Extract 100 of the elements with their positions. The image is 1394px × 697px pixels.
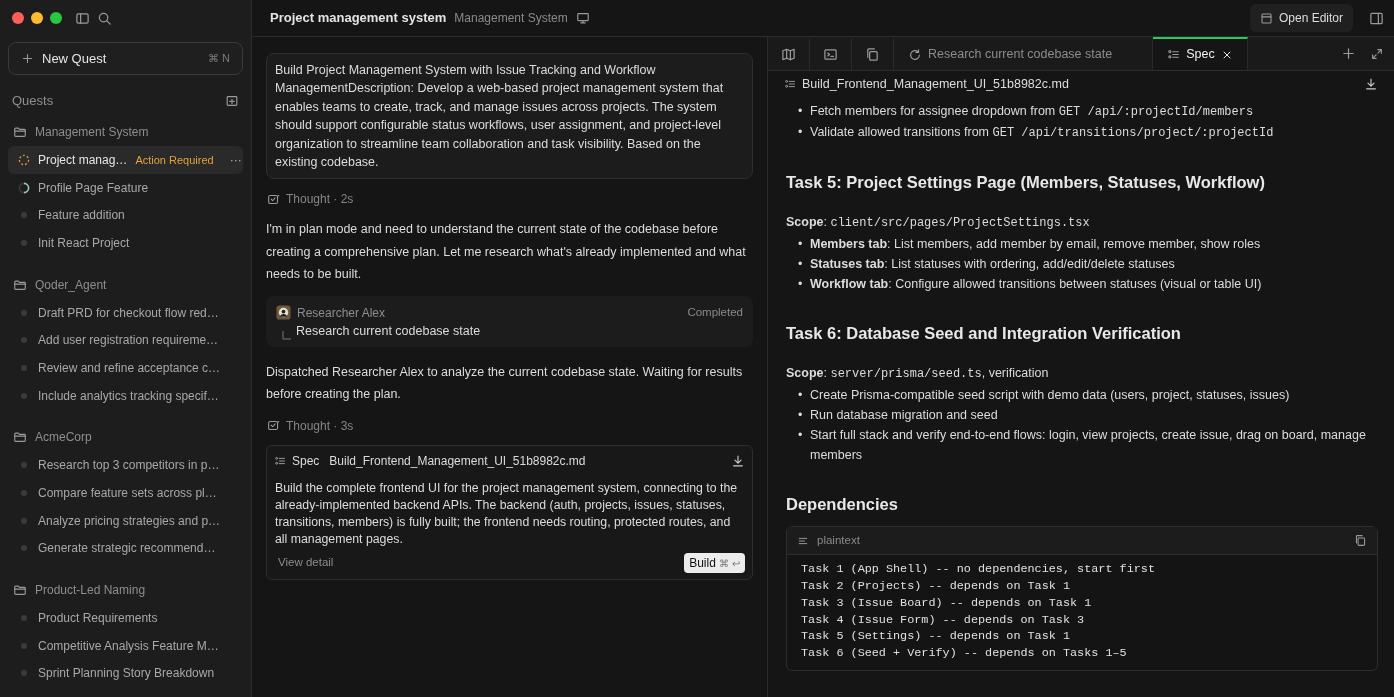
bullet: • bbox=[798, 124, 802, 141]
quest-item[interactable]: Analyze pricing strategies and p… bbox=[8, 506, 243, 535]
plus-icon[interactable] bbox=[1341, 46, 1356, 61]
task-title[interactable]: Research current codebase state bbox=[296, 321, 481, 341]
quest-item[interactable]: Competitive Analysis Feature M… bbox=[8, 631, 243, 660]
quest-title: Include analytics tracking specif… bbox=[38, 387, 219, 405]
more-button[interactable]: ··· bbox=[229, 151, 242, 169]
page-title: Project management system bbox=[270, 9, 447, 28]
close-button[interactable] bbox=[12, 12, 24, 24]
copy-icon[interactable] bbox=[1354, 534, 1367, 548]
bullet: • bbox=[798, 406, 802, 424]
open-editor-button[interactable]: Open Editor bbox=[1249, 4, 1353, 32]
scope-text: Scope: client/src/pages/ProjectSettings.tsx bbox=[786, 213, 1091, 232]
build-button[interactable]: Build ⌘ ↩ bbox=[684, 552, 745, 573]
code-line: Task 1 (App Shell) -- no dependencies, start first bbox=[800, 561, 1156, 579]
bullet: • bbox=[798, 103, 802, 120]
window-icon bbox=[1259, 11, 1273, 25]
monitor-icon bbox=[575, 11, 590, 25]
list-item: Create Prisma-compatible seed script with demo data (users, project, statuses, issues) bbox=[810, 386, 1290, 404]
quest-item[interactable]: Generate strategic recommend… bbox=[8, 534, 243, 563]
quest-title: Analyze pricing strategies and p… bbox=[38, 512, 221, 530]
code-line: Task 5 (Settings) -- depends on Task 1 bbox=[800, 628, 1071, 646]
code-line: Task 4 (Issue Form) -- depends on Task 3 bbox=[800, 611, 1086, 629]
quest-item[interactable]: Project manag… Action Required ··· bbox=[8, 146, 243, 174]
plus-icon bbox=[21, 51, 34, 65]
bullet: • bbox=[798, 275, 802, 293]
thought-label[interactable]: Thought · 3s bbox=[286, 416, 354, 435]
quest-item[interactable]: Product Requirements bbox=[8, 603, 243, 632]
quest-item[interactable]: Feature addition bbox=[8, 201, 243, 230]
quest-title: Competitive Analysis Feature M… bbox=[38, 637, 219, 655]
copy-icon bbox=[865, 47, 880, 62]
code-line: Task 6 (Seed + Verify) -- depends on Tasks 1–5 bbox=[800, 645, 1128, 663]
spec-summary: Build the complete frontend UI for the project management system, connecting to the already-implemented backend APIs. The backend (auth, projects, issues, statuses, transitions, members) is fully built; the frontend needs routing, protected routes, and all management pages. bbox=[274, 479, 739, 549]
folder-name[interactable]: Product-Led Naming bbox=[35, 581, 146, 600]
checklist-icon bbox=[1167, 48, 1181, 61]
quest-item[interactable]: Sprint Planning Story Breakdown bbox=[8, 659, 243, 688]
checklist-icon bbox=[274, 454, 286, 467]
avatar-icon bbox=[276, 305, 291, 321]
file-name: Build_Frontend_Management_UI_51b8982c.md bbox=[802, 75, 1069, 93]
folder-icon bbox=[13, 277, 27, 292]
list-item: Workflow tab: Configure allowed transitions between statuses (visual or table UI) bbox=[810, 275, 1262, 293]
code-line: Task 2 (Projects) -- depends on Task 1 bbox=[800, 578, 1071, 595]
quest-item[interactable]: Compare feature sets across pl… bbox=[8, 479, 243, 507]
quest-item[interactable]: Profile Page Feature bbox=[8, 173, 243, 202]
search-icon[interactable] bbox=[97, 10, 112, 26]
new-folder-icon[interactable] bbox=[225, 93, 239, 108]
section-heading: Task 5: Project Settings Page (Members, Statuses, Workflow) bbox=[786, 172, 1266, 193]
quest-item[interactable]: Draft PRD for checkout flow red… bbox=[8, 298, 243, 327]
spec-tab[interactable]: Spec bbox=[1153, 37, 1248, 70]
quest-title: Generate strategic recommend… bbox=[38, 540, 216, 558]
bullet: • bbox=[798, 426, 802, 444]
folder-icon bbox=[13, 583, 27, 598]
quest-title: Project manag… bbox=[38, 152, 128, 169]
list-item: Fetch members for assignee dropdown from GET /api/:projectId/members bbox=[810, 103, 1254, 121]
quest-title: Draft PRD for checkout flow red… bbox=[38, 304, 219, 322]
sidebar-toggle-icon[interactable] bbox=[75, 10, 90, 26]
status-dot bbox=[21, 642, 27, 649]
status-dot bbox=[21, 240, 27, 247]
folder-name[interactable]: Management System bbox=[35, 123, 149, 142]
new-quest-button[interactable]: New Quest ⌘ N bbox=[8, 42, 243, 75]
status-dot bbox=[21, 309, 27, 316]
section-heading: Task 6: Database Seed and Integration Verification bbox=[786, 322, 1182, 344]
thought-icon bbox=[267, 192, 280, 206]
section-heading: Dependencies bbox=[786, 493, 899, 515]
status-dot bbox=[21, 392, 27, 399]
thought-icon bbox=[267, 419, 280, 433]
quest-item[interactable]: Add user registration requireme… bbox=[8, 326, 243, 355]
status-dot bbox=[21, 337, 27, 344]
list-item: Members tab: List members, add member by email, remove member, show roles bbox=[810, 235, 1261, 253]
view-detail-link[interactable]: View detail bbox=[274, 553, 334, 572]
status-label: Action Required bbox=[135, 152, 214, 168]
spinner-icon bbox=[18, 181, 30, 194]
folder-name[interactable]: Qoder_Agent bbox=[35, 275, 107, 294]
code-language: plaintext bbox=[817, 533, 860, 549]
list-item: Statuses tab: List statuses with ordering, add/edit/delete statuses bbox=[810, 255, 1175, 273]
status-label: Completed bbox=[687, 305, 743, 321]
quest-title: Feature addition bbox=[38, 207, 125, 225]
quest-title: Sprint Planning Story Breakdown bbox=[38, 665, 215, 683]
quest-item[interactable]: Review and refine acceptance c… bbox=[8, 354, 243, 382]
message-text: I'm in plan mode and need to understand the current state of the codebase before creating a comprehensive plan. Let me research what's already implemented and what needs to be built. bbox=[266, 221, 747, 284]
status-dot bbox=[21, 462, 27, 469]
section-title: Quests bbox=[12, 91, 54, 110]
thought-label[interactable]: Thought · 2s bbox=[286, 190, 354, 209]
list-item: Validate allowed transitions from GET /api/transitions/project/:projectId bbox=[810, 124, 1274, 142]
expand-icon[interactable] bbox=[1370, 46, 1384, 61]
maximize-button[interactable] bbox=[50, 12, 62, 24]
download-icon[interactable] bbox=[1364, 77, 1378, 91]
bullet: • bbox=[798, 255, 802, 273]
quest-title: Add user registration requireme… bbox=[38, 332, 219, 350]
bullet: • bbox=[798, 235, 802, 253]
minimize-button[interactable] bbox=[31, 12, 43, 24]
quest-item[interactable]: Include analytics tracking specif… bbox=[8, 381, 243, 410]
quest-item[interactable]: Init React Project bbox=[8, 229, 243, 258]
panel-toggle-icon[interactable] bbox=[1369, 10, 1384, 26]
download-icon[interactable] bbox=[731, 453, 745, 468]
project-name: Management System bbox=[454, 10, 568, 27]
status-dot bbox=[21, 545, 27, 552]
status-dot bbox=[21, 517, 27, 524]
quest-item[interactable]: Research top 3 competitors in p… bbox=[8, 451, 243, 480]
folder-name[interactable]: AcmeCorp bbox=[35, 428, 92, 447]
